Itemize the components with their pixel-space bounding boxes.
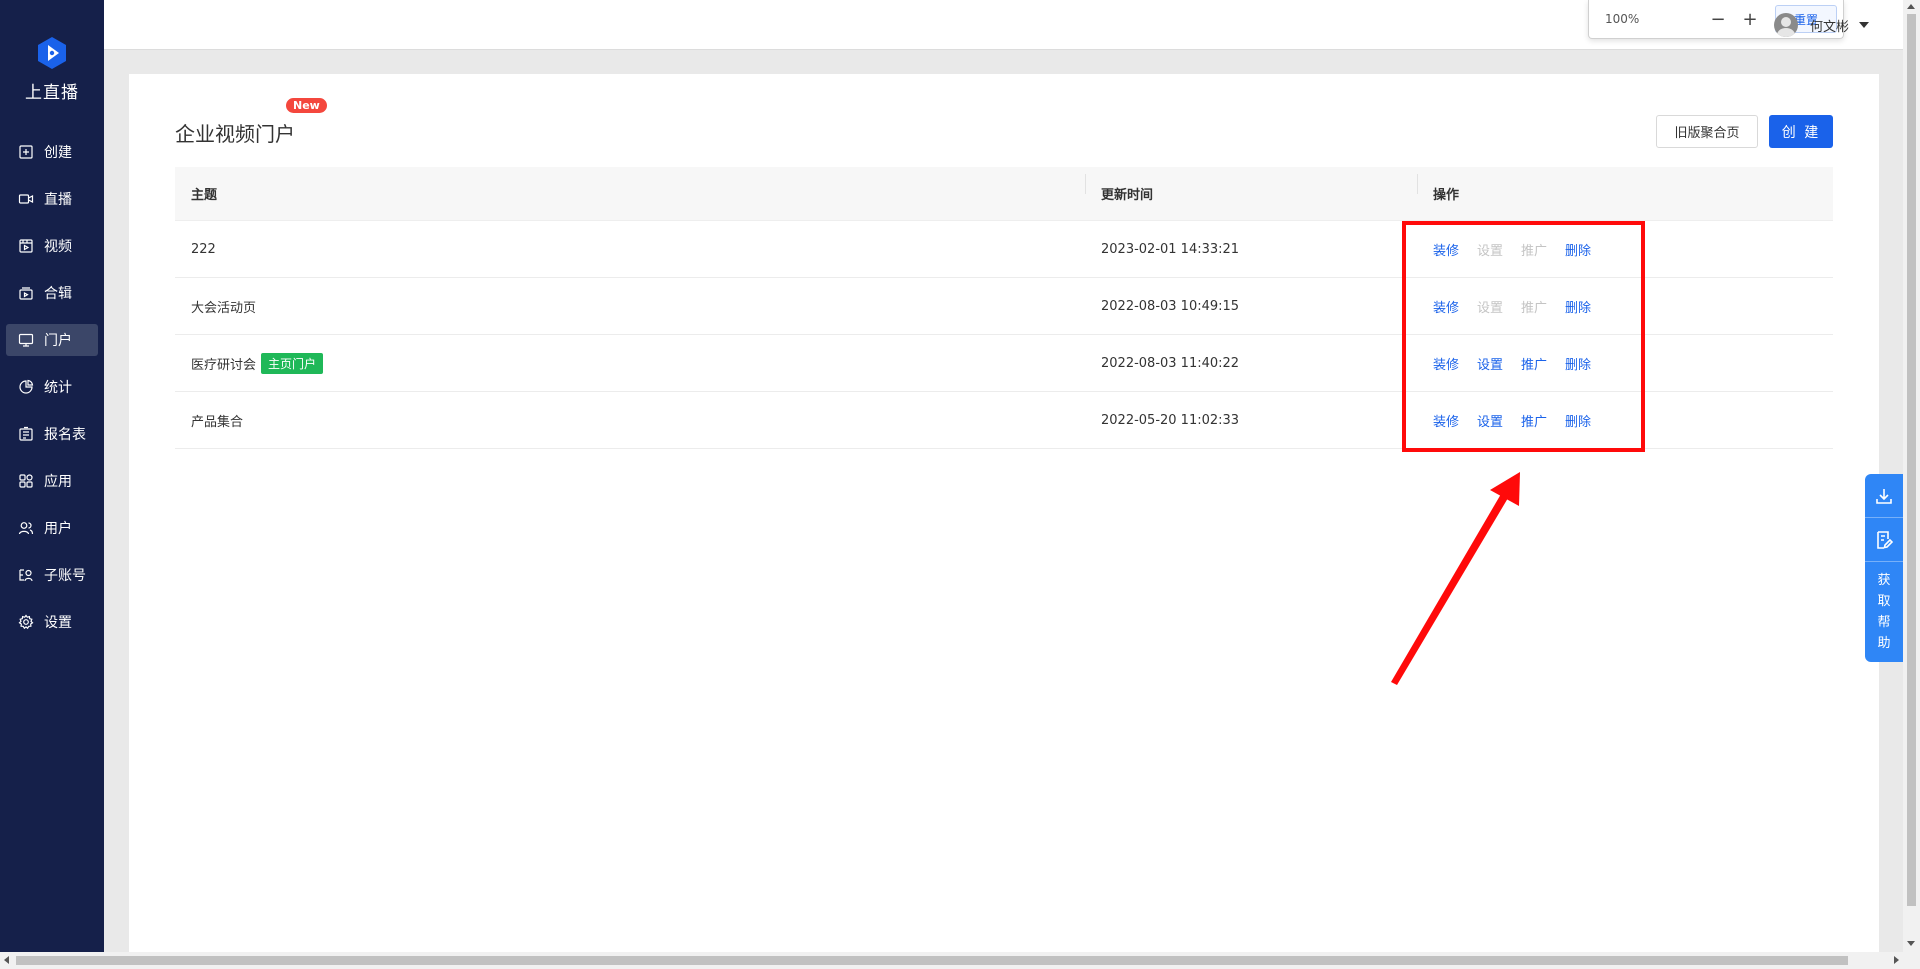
sidebar-item-label: 设置 <box>44 615 72 631</box>
plus-square-icon <box>18 144 34 160</box>
topbar: 100% − + 重置 何文彬 <box>104 0 1904 50</box>
sidebar-item-6[interactable]: 报名表 <box>6 418 98 450</box>
sidebar-item-9[interactable]: 子账号 <box>6 559 98 591</box>
create-button[interactable]: 创 建 <box>1769 115 1833 148</box>
get-help-button[interactable]: 获取帮助 <box>1865 562 1903 654</box>
header-actions: 操作 <box>1417 174 1459 203</box>
feedback-button[interactable] <box>1865 518 1903 562</box>
apps-grid-icon <box>18 473 34 489</box>
caret-down-icon <box>1859 22 1870 28</box>
sidebar-item-label: 创建 <box>44 145 72 161</box>
avatar <box>1774 13 1798 37</box>
page-title: 企业视频门户 <box>175 122 295 146</box>
pie-chart-icon <box>18 379 34 395</box>
homepage-portal-tag: 主页门户 <box>261 352 324 374</box>
sidebar-item-5[interactable]: 统计 <box>6 371 98 403</box>
user-menu[interactable]: 何文彬 <box>1774 13 1870 37</box>
cell-updated: 2022-08-03 11:40:22 <box>1101 355 1240 371</box>
main-content: 企业视频门户 New 旧版聚合页 创 建 主题 更新时间 操作 222 2023-… <box>129 74 1920 952</box>
sidebar-item-7[interactable]: 应用 <box>6 465 98 497</box>
sidebar-nav: 创建直播视频合辑门户统计报名表应用用户子账号设置 <box>6 136 98 653</box>
sidebar: 上直播 创建直播视频合辑门户统计报名表应用用户子账号设置 <box>0 0 104 952</box>
scroll-left-arrow-icon[interactable] <box>4 956 9 964</box>
cell-updated: 2023-02-01 14:33:21 <box>1101 241 1240 257</box>
subject-text: 大会活动页 <box>191 300 257 316</box>
vertical-scroll-thumb[interactable] <box>1907 14 1916 906</box>
cell-subject: 222 <box>175 242 1085 257</box>
header-subject: 主题 <box>191 188 218 203</box>
collection-icon <box>18 285 34 301</box>
cell-updated: 2022-08-03 10:49:15 <box>1101 298 1240 314</box>
help-char: 帮 <box>1877 615 1891 630</box>
horizontal-scrollbar[interactable] <box>0 952 1920 969</box>
sub-account-icon <box>18 567 34 583</box>
horizontal-scroll-thumb[interactable] <box>16 956 1848 965</box>
sidebar-item-label: 应用 <box>44 474 72 490</box>
gear-icon <box>18 614 34 630</box>
subject-text: 222 <box>191 241 216 257</box>
help-char: 取 <box>1877 594 1891 609</box>
new-badge: New <box>286 98 327 113</box>
header-updated: 更新时间 <box>1085 174 1417 203</box>
download-button[interactable] <box>1865 474 1903 518</box>
brand[interactable]: 上直播 <box>0 36 104 103</box>
scroll-up-arrow-icon[interactable] <box>1907 4 1915 9</box>
sidebar-item-2[interactable]: 视频 <box>6 230 98 262</box>
cell-subject: 医疗研讨会 主页门户 <box>175 352 1085 374</box>
sidebar-item-0[interactable]: 创建 <box>6 136 98 168</box>
form-icon <box>18 426 34 442</box>
annotation-arrow <box>1391 472 1520 685</box>
cell-subject: 大会活动页 <box>175 297 1085 316</box>
sidebar-item-3[interactable]: 合辑 <box>6 277 98 309</box>
scroll-down-arrow-icon[interactable] <box>1907 941 1915 946</box>
help-char: 助 <box>1877 636 1891 651</box>
logo-icon <box>38 37 66 69</box>
sidebar-item-label: 用户 <box>44 521 72 537</box>
cell-updated: 2022-05-20 11:02:33 <box>1101 412 1240 428</box>
sidebar-item-label: 视频 <box>44 239 72 255</box>
user-name: 何文彬 <box>1810 19 1850 35</box>
old-aggregation-page-button[interactable]: 旧版聚合页 <box>1656 115 1758 148</box>
cell-subject: 产品集合 <box>175 411 1085 430</box>
sidebar-item-label: 统计 <box>44 380 72 396</box>
video-camera-icon <box>18 191 34 207</box>
sidebar-item-label: 门户 <box>44 333 72 349</box>
sidebar-item-10[interactable]: 设置 <box>6 606 98 638</box>
annotation-highlight-box <box>1402 221 1645 452</box>
subject-text: 产品集合 <box>191 414 244 430</box>
download-icon <box>1876 488 1892 504</box>
floating-toolbar: 获取帮助 <box>1865 474 1903 662</box>
monitor-icon <box>18 332 34 348</box>
sidebar-item-label: 直播 <box>44 192 72 208</box>
sidebar-item-4[interactable]: 门户 <box>6 324 98 356</box>
table-header: 主题 更新时间 操作 <box>175 167 1833 221</box>
film-icon <box>18 238 34 254</box>
help-char: 获 <box>1877 573 1891 588</box>
sidebar-item-8[interactable]: 用户 <box>6 512 98 544</box>
sidebar-item-label: 报名表 <box>44 427 86 443</box>
users-icon <box>18 520 34 536</box>
sidebar-item-1[interactable]: 直播 <box>6 183 98 215</box>
zoom-out-button[interactable]: − <box>1705 9 1731 30</box>
zoom-level: 100% <box>1605 12 1640 26</box>
brand-name: 上直播 <box>25 83 79 103</box>
scroll-right-arrow-icon[interactable] <box>1894 956 1899 964</box>
vertical-scrollbar[interactable] <box>1903 0 1920 952</box>
sidebar-item-label: 合辑 <box>44 286 72 302</box>
sidebar-item-label: 子账号 <box>44 568 86 584</box>
edit-note-icon <box>1877 530 1894 549</box>
subject-text: 医疗研讨会 <box>191 357 257 373</box>
zoom-in-button[interactable]: + <box>1737 9 1763 30</box>
